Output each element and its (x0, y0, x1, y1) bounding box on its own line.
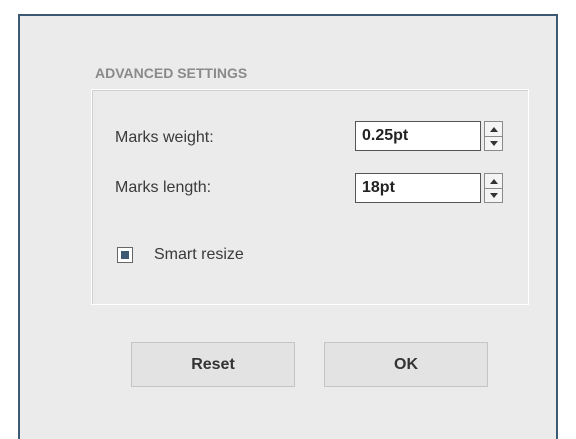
ok-button[interactable]: OK (324, 342, 488, 387)
arrow-down-icon (489, 192, 498, 198)
marks-weight-increment-button[interactable] (485, 122, 502, 137)
marks-weight-decrement-button[interactable] (485, 136, 502, 150)
advanced-settings-dialog: ADVANCED SETTINGS Marks weight: 0.25pt M… (18, 14, 558, 439)
arrow-down-icon (489, 140, 498, 146)
checkbox-checked-icon (121, 251, 129, 259)
marks-length-increment-button[interactable] (485, 174, 502, 189)
section-title: ADVANCED SETTINGS (95, 65, 248, 81)
smart-resize-checkbox[interactable] (117, 247, 133, 263)
arrow-up-icon (489, 126, 498, 132)
marks-weight-label: Marks weight: (115, 129, 214, 146)
marks-length-decrement-button[interactable] (485, 188, 502, 202)
marks-weight-stepper: 0.25pt (355, 121, 503, 151)
marks-length-input[interactable]: 18pt (355, 173, 481, 203)
marks-length-label: Marks length: (115, 179, 212, 196)
marks-length-stepper: 18pt (355, 173, 503, 203)
reset-button[interactable]: Reset (131, 342, 295, 387)
arrow-up-icon (489, 178, 498, 184)
smart-resize-label[interactable]: Smart resize (154, 246, 244, 264)
marks-length-spin-buttons (484, 173, 503, 203)
marks-weight-spin-buttons (484, 121, 503, 151)
marks-weight-input[interactable]: 0.25pt (355, 121, 481, 151)
